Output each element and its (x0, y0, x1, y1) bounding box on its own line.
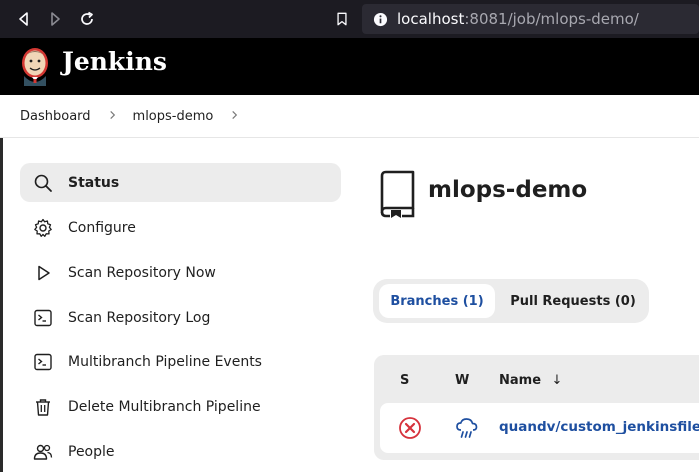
tab-branches[interactable]: Branches (1) (379, 284, 495, 318)
chevron-right-icon[interactable] (230, 108, 239, 124)
sidebar-item-label: Delete Multibranch Pipeline (68, 398, 261, 415)
address-bar[interactable]: localhost:8081/job/mlops-demo/ (362, 4, 699, 34)
branches-table: S W Name ↓ quandv/custom_jenkinsfile (374, 355, 699, 460)
failed-status-icon[interactable] (398, 416, 422, 440)
jenkins-title[interactable]: Jenkins (62, 47, 167, 76)
gear-icon (32, 217, 54, 239)
breadcrumb: Dashboard mlops-demo (0, 95, 699, 138)
sidebar-item-label: Status (68, 174, 120, 191)
bookmark-button[interactable] (332, 9, 352, 29)
jenkins-logo-icon[interactable] (19, 46, 51, 86)
back-button[interactable] (14, 9, 34, 29)
sidebar-item-scan-repository-now[interactable]: Scan Repository Now (20, 253, 341, 292)
site-info-icon[interactable] (372, 11, 388, 27)
sort-down-arrow-icon: ↓ (551, 373, 563, 388)
table-row: quandv/custom_jenkinsfile (380, 403, 699, 453)
branch-link[interactable]: quandv/custom_jenkinsfile (499, 419, 699, 435)
forward-button[interactable] (45, 9, 65, 29)
browser-toolbar: localhost:8081/job/mlops-demo/ (0, 0, 699, 38)
repository-icon (380, 170, 415, 218)
sidebar-item-label: Scan Repository Now (68, 264, 216, 281)
sidebar-item-scan-repository-log[interactable]: Scan Repository Log (20, 298, 341, 337)
chevron-right-icon (108, 108, 117, 124)
sidebar-item-label: Scan Repository Log (68, 309, 211, 326)
page-title: mlops-demo (428, 177, 588, 203)
forward-arrow-icon (51, 12, 60, 26)
sidebar-item-status[interactable]: Status (20, 163, 341, 202)
branch-tabs: Branches (1) Pull Requests (0) (373, 279, 649, 323)
sidebar-item-label: Multibranch Pipeline Events (68, 353, 262, 370)
stormy-weather-icon[interactable] (454, 415, 480, 441)
column-header-weather[interactable]: W (455, 373, 469, 388)
terminal-icon (32, 307, 54, 329)
column-header-status[interactable]: S (400, 373, 409, 388)
back-arrow-icon (19, 12, 28, 26)
column-header-name-label: Name (499, 373, 542, 388)
sidebar-item-configure[interactable]: Configure (20, 208, 341, 247)
trash-icon (32, 396, 54, 418)
jenkins-header: Jenkins (0, 38, 699, 95)
play-icon (32, 262, 54, 284)
sidebar-item-delete-multibranch-pipeline[interactable]: Delete Multibranch Pipeline (20, 387, 341, 426)
url-text: localhost:8081/job/mlops-demo/ (397, 10, 639, 28)
bookmark-icon (337, 12, 347, 26)
sidebar-item-people[interactable]: People (20, 432, 341, 471)
column-header-name[interactable]: Name ↓ (499, 373, 562, 388)
sidebar-item-multibranch-pipeline-events[interactable]: Multibranch Pipeline Events (20, 342, 341, 381)
breadcrumb-mlops-demo[interactable]: mlops-demo (133, 109, 214, 124)
terminal-icon (32, 351, 54, 373)
breadcrumb-dashboard[interactable]: Dashboard (20, 109, 91, 124)
reload-button[interactable] (77, 9, 97, 29)
url-path: :8081/job/mlops-demo/ (464, 10, 639, 28)
tab-pull-requests[interactable]: Pull Requests (0) (503, 284, 643, 318)
sidebar-item-label: People (68, 443, 115, 460)
sidebar-item-label: Configure (68, 219, 136, 236)
url-host: localhost (397, 10, 465, 28)
search-icon (32, 172, 54, 194)
reload-icon (81, 11, 93, 25)
people-icon (32, 441, 54, 463)
left-edge-divider (0, 138, 3, 472)
